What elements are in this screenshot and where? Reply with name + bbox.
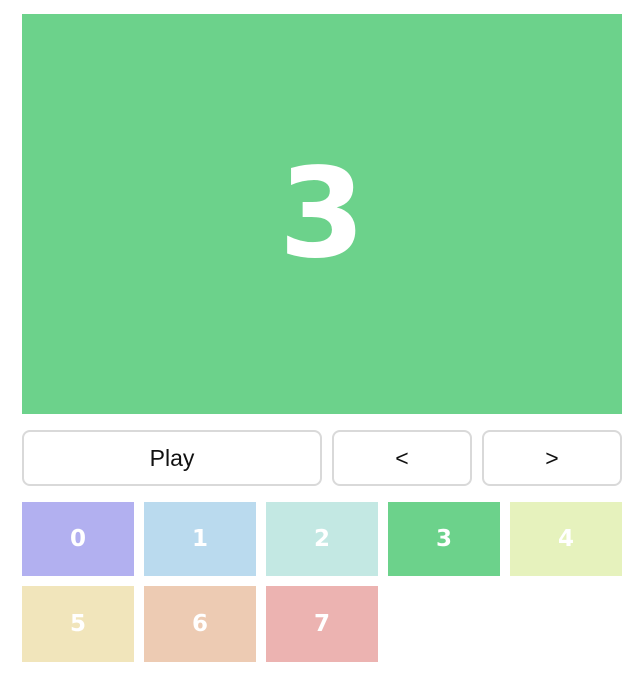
slide-tile-2[interactable]: 2 [266,502,378,576]
slide-tile-0[interactable]: 0 [22,502,134,576]
slide-tile-4[interactable]: 4 [510,502,622,576]
slide-tile-5[interactable]: 5 [22,586,134,662]
current-slide-number: 3 [278,142,366,286]
slide-tile-7[interactable]: 7 [266,586,378,662]
slide-tile-1[interactable]: 1 [144,502,256,576]
slide-tile-3[interactable]: 3 [388,502,500,576]
play-button[interactable]: Play [22,430,322,486]
current-slide-display: 3 [22,14,622,414]
playback-controls: Play < > [22,430,622,486]
slide-tile-6[interactable]: 6 [144,586,256,662]
slideshow-app: 3 Play < > 0 1 2 3 4 5 6 7 [0,0,644,680]
previous-button[interactable]: < [332,430,472,486]
next-button[interactable]: > [482,430,622,486]
